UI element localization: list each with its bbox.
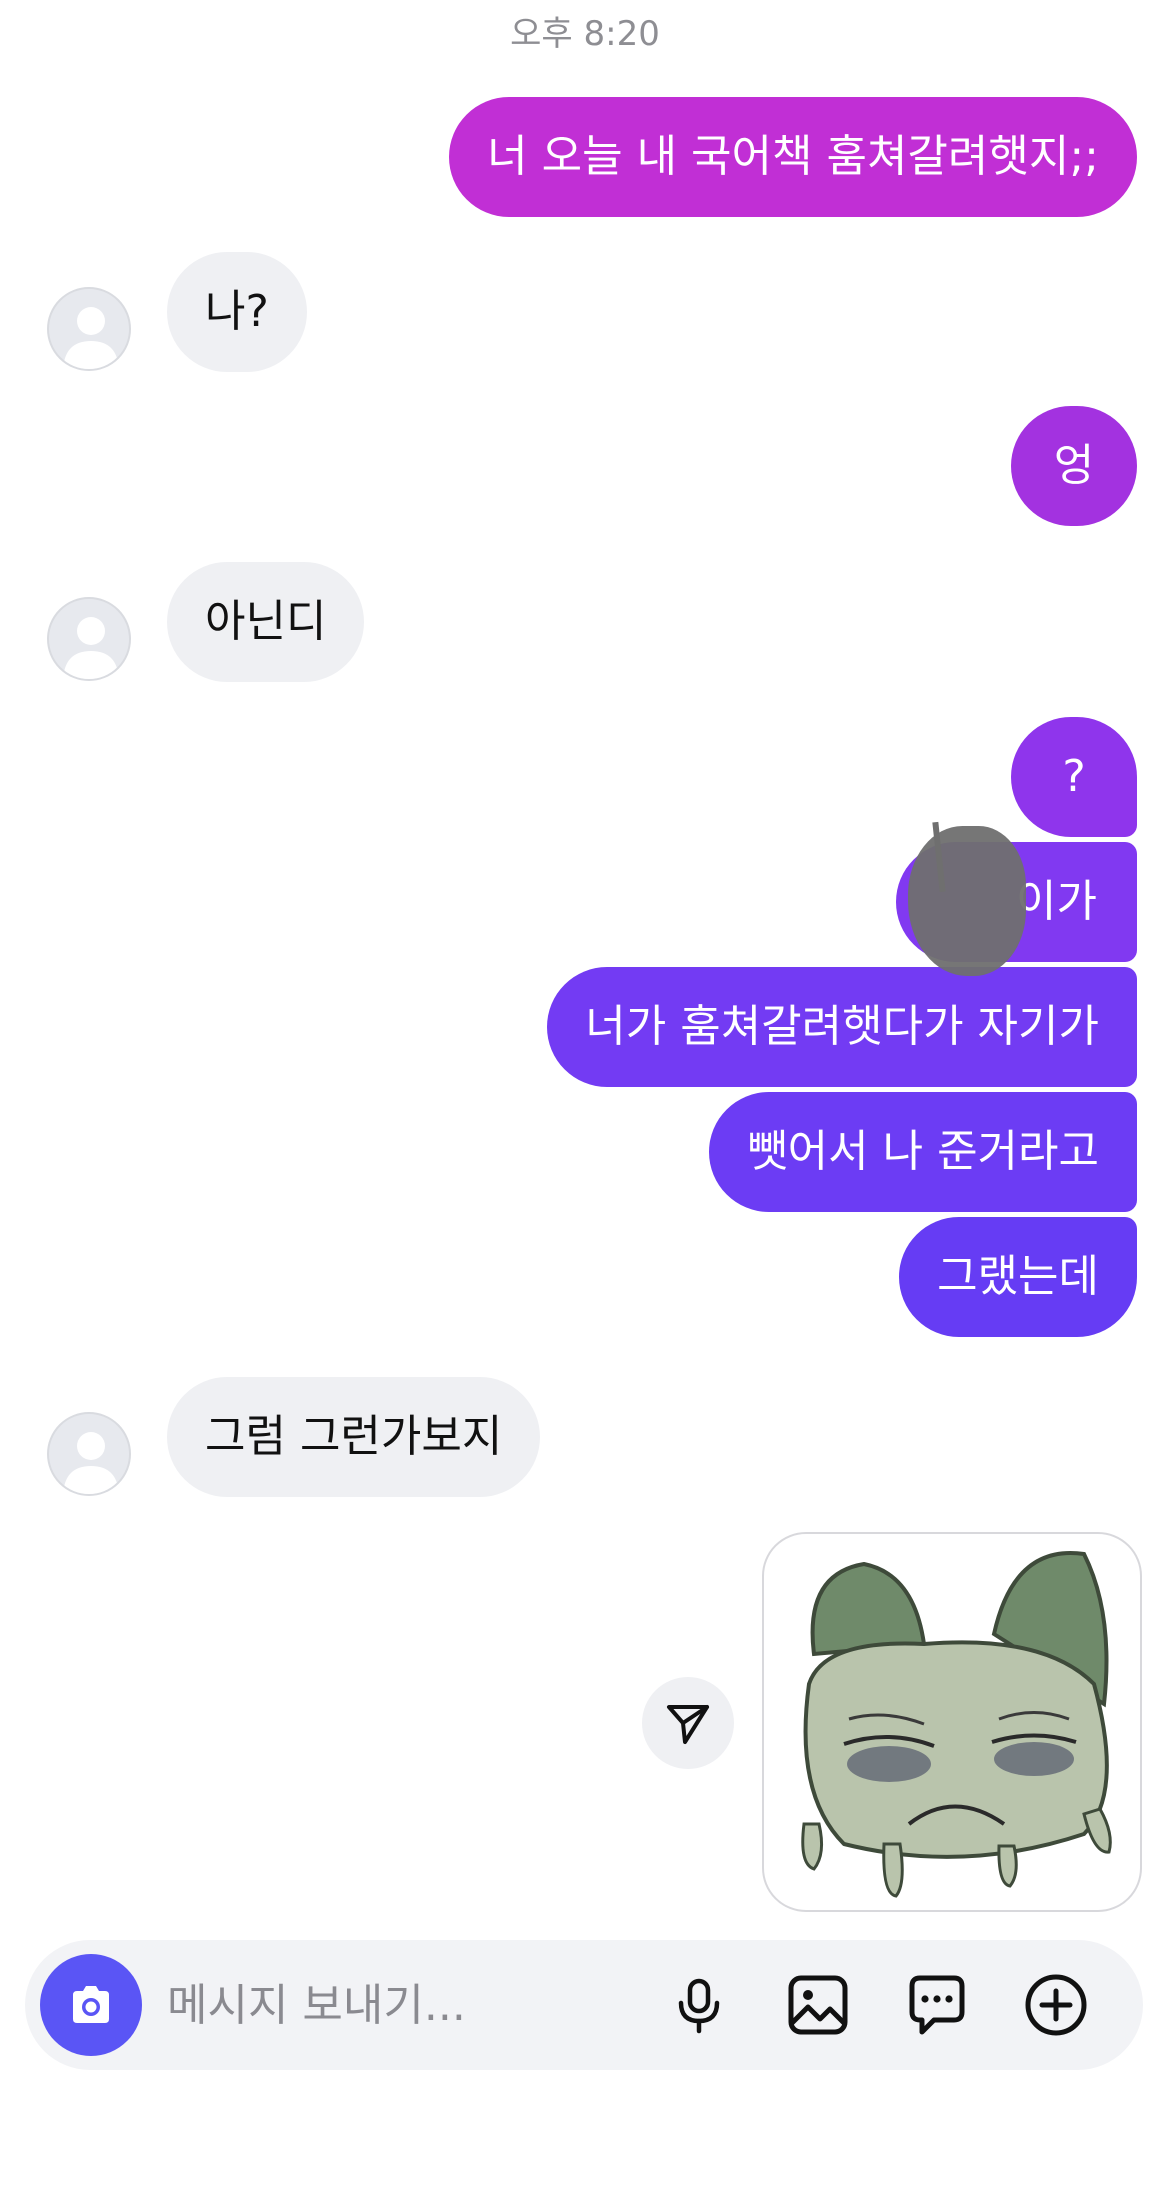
image-icon (788, 1975, 848, 2035)
frog-sticker-illustration (801, 1551, 1112, 1898)
outgoing-message[interactable]: 너 오늘 내 국어책 훔쳐갈려햇지;; (449, 97, 1137, 217)
message-input[interactable] (167, 1970, 637, 2040)
default-user-icon (63, 617, 119, 679)
incoming-message[interactable]: 나? (167, 252, 307, 372)
avatar[interactable] (47, 597, 131, 681)
plus-circle-icon (1025, 1974, 1087, 2036)
outgoing-message[interactable]: 뺏어서 나 준거라고 (709, 1092, 1137, 1212)
timestamp: 오후 8:20 (510, 14, 660, 54)
outgoing-message[interactable]: 그랬는데 (899, 1217, 1137, 1337)
camera-icon (73, 1986, 109, 2023)
redaction-mark (908, 826, 1026, 976)
microphone-icon (678, 1978, 720, 2034)
add-button[interactable] (1019, 1968, 1093, 2042)
sticker-image[interactable] (762, 1532, 1142, 1912)
share-button[interactable] (642, 1677, 734, 1769)
gallery-button[interactable] (781, 1968, 855, 2042)
microphone-button[interactable] (662, 1968, 736, 2042)
outgoing-message[interactable]: 너가 훔쳐갈려햇다가 자기가 (547, 967, 1137, 1087)
default-user-icon (63, 307, 119, 369)
chat-bubble-dots-icon (909, 1975, 965, 2035)
outgoing-message[interactable]: 엉 (1011, 406, 1137, 526)
paper-plane-icon (667, 1705, 709, 1744)
message-composer (25, 1940, 1143, 2070)
incoming-message[interactable]: 아닌디 (167, 562, 365, 682)
default-user-icon (63, 1432, 119, 1494)
camera-button[interactable] (40, 1954, 142, 2056)
incoming-message[interactable]: 그럼 그런가보지 (167, 1377, 541, 1497)
chat-screen: 오후 8:20 너 오늘 내 국어책 훔쳐갈려햇지;; 나? 엉 아닌디 ? 이… (0, 0, 1170, 2202)
outgoing-message[interactable]: ? (1011, 717, 1137, 837)
sticker-button[interactable] (900, 1968, 974, 2042)
avatar[interactable] (47, 1412, 131, 1496)
avatar[interactable] (47, 287, 131, 371)
